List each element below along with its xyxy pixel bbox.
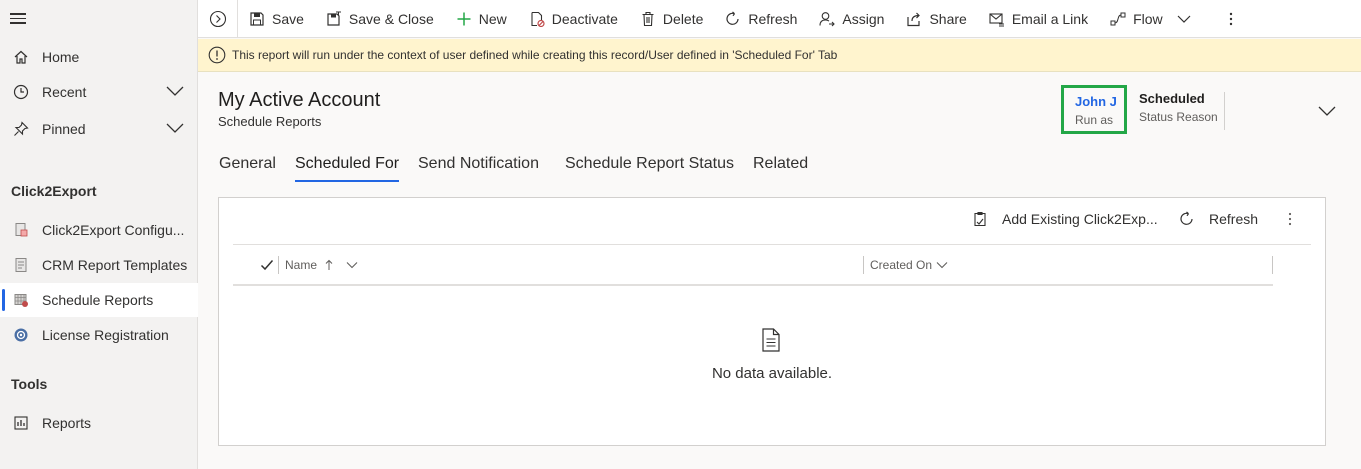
sidebar-item-label: Click2Export Configu... [42, 222, 185, 238]
tab-send-notification[interactable]: Send Notification [418, 155, 539, 173]
sidebar-item-label: Recent [42, 84, 87, 100]
save-button[interactable]: Save [238, 0, 315, 38]
sidebar-item-label: Pinned [42, 121, 86, 137]
tab-schedule-report-status[interactable]: Schedule Report Status [565, 155, 734, 173]
assign-icon [819, 11, 836, 26]
run-as-link[interactable]: John J [1075, 94, 1124, 109]
tab-scheduled-for[interactable]: Scheduled For [295, 155, 400, 182]
warning-icon [208, 46, 226, 64]
chevron-down-icon [1177, 15, 1191, 23]
divider [233, 244, 1311, 245]
refresh-button[interactable]: Refresh [714, 0, 808, 38]
subgrid-panel: Add Existing Click2Exp... Refresh Name C… [218, 197, 1326, 446]
header-expand-chevron-icon[interactable] [1318, 104, 1336, 122]
status-reason-label: Status Reason [1139, 110, 1218, 124]
notification-bar: This report will run under the context o… [198, 39, 1361, 72]
column-divider [863, 256, 864, 274]
grid-refresh-button[interactable]: Refresh [1179, 211, 1258, 227]
sidebar-item-label: Reports [42, 415, 92, 431]
sidebar-section-title: Click2Export [11, 183, 97, 199]
deactivate-icon [531, 11, 545, 27]
select-all-checkmark-icon[interactable] [260, 258, 274, 277]
column-header-created-on[interactable]: Created On [870, 258, 948, 272]
expand-circle-icon[interactable] [198, 0, 238, 38]
email-link-button[interactable]: Email a Link [978, 0, 1099, 38]
clock-icon [0, 84, 42, 100]
status-reason-field: Scheduled Status Reason [1139, 91, 1218, 124]
sidebar-item-recent[interactable]: Recent [0, 75, 198, 109]
plus-icon [457, 12, 471, 25]
chevron-down-icon [346, 262, 358, 269]
header-divider [233, 284, 1273, 286]
sort-ascending-icon [325, 259, 333, 270]
email-link-icon [989, 12, 1004, 26]
template-icon [0, 257, 42, 273]
sidebar-item-label: CRM Report Templates [42, 257, 188, 273]
notification-text: This report will run under the context o… [232, 48, 838, 62]
sidebar-item-schedule-reports[interactable]: Schedule Reports [0, 283, 198, 317]
sidebar-item-crm-report-templates[interactable]: CRM Report Templates [0, 248, 198, 282]
tab-related[interactable]: Related [753, 155, 808, 173]
save-icon [250, 11, 264, 26]
command-bar: Save Save & Close New Deactivate Delete … [198, 0, 1361, 38]
report-icon [0, 415, 42, 431]
share-button[interactable]: Share [895, 0, 977, 38]
chevron-down-icon [936, 262, 948, 269]
sidebar-item-click2export-configuration[interactable]: Click2Export Configu... [0, 213, 198, 247]
flow-icon [1110, 12, 1126, 25]
column-divider [1272, 256, 1273, 274]
calendar-icon [0, 292, 42, 308]
sidebar-item-label: License Registration [42, 327, 169, 343]
refresh-icon [726, 11, 739, 25]
column-header-name[interactable]: Name [285, 258, 358, 272]
license-icon [0, 327, 42, 343]
app-window: Home Recent Pinned Click2Export Click2Ex… [0, 0, 1361, 469]
run-as-field: John J Run as [1061, 85, 1127, 134]
sidebar-item-license-registration[interactable]: License Registration [0, 318, 198, 352]
record-title: My Active Account [218, 89, 381, 111]
tab-general[interactable]: General [219, 155, 276, 173]
save-close-button[interactable]: Save & Close [315, 0, 445, 38]
chevron-down-icon[interactable] [166, 84, 184, 100]
chevron-down-icon[interactable] [166, 121, 184, 137]
hamburger-menu-icon[interactable] [10, 10, 30, 26]
share-icon [907, 12, 921, 26]
add-existing-button[interactable]: Add Existing Click2Exp... [972, 211, 1158, 227]
save-close-icon [327, 11, 341, 26]
grid-more-commands-icon[interactable] [1288, 211, 1306, 227]
sidebar-item-home[interactable]: Home [0, 40, 198, 74]
add-existing-icon [974, 211, 986, 227]
configuration-icon [0, 222, 42, 238]
empty-state-text: No data available. [711, 365, 833, 382]
sidebar-item-reports[interactable]: Reports [0, 406, 198, 440]
run-as-label: Run as [1075, 113, 1114, 127]
header-divider [1224, 92, 1225, 130]
new-button[interactable]: New [445, 0, 518, 38]
flow-button[interactable]: Flow [1099, 0, 1209, 38]
trash-icon [642, 11, 654, 26]
delete-button[interactable]: Delete [629, 0, 714, 38]
refresh-icon [1180, 211, 1193, 225]
more-commands-icon[interactable] [1209, 0, 1251, 38]
sidebar-item-label: Home [42, 49, 80, 65]
pin-icon [0, 121, 42, 137]
status-reason-value: Scheduled [1139, 91, 1205, 106]
column-divider [278, 256, 279, 274]
sidebar: Home Recent Pinned Click2Export Click2Ex… [0, 0, 198, 469]
deactivate-button[interactable]: Deactivate [518, 0, 629, 38]
sidebar-section-title: Tools [11, 376, 48, 392]
document-icon [761, 328, 781, 357]
sidebar-item-pinned[interactable]: Pinned [0, 112, 198, 146]
entity-name: Schedule Reports [218, 114, 322, 129]
home-icon [0, 49, 42, 65]
assign-button[interactable]: Assign [808, 0, 895, 38]
sidebar-item-label: Schedule Reports [42, 292, 154, 308]
